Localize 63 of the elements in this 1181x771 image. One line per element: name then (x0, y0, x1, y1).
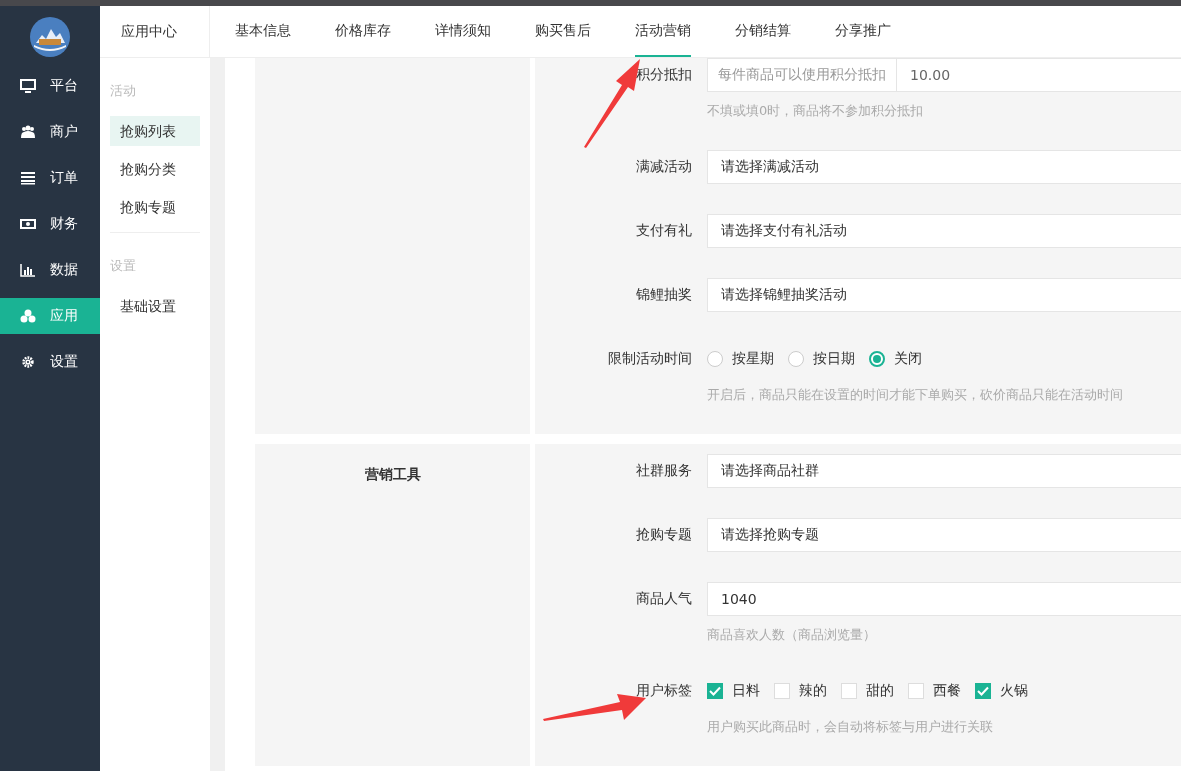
help-text: 不填或填0时，商品将不参加积分抵扣 (706, 102, 925, 120)
subnav-item[interactable]: 抢购列表 (110, 116, 200, 146)
app-center-title: 应用中心 (100, 6, 210, 57)
checkbox[interactable] (707, 683, 723, 699)
tab[interactable]: 购买售后 (535, 6, 591, 57)
nav-item[interactable]: 商户 (0, 114, 100, 150)
tab[interactable]: 分销结算 (735, 6, 791, 57)
radio-button[interactable] (788, 351, 804, 367)
nav-item[interactable]: 财务 (0, 206, 100, 242)
select-field[interactable]: 请选择商品社群 (707, 454, 1181, 488)
tab[interactable]: 详情须知 (435, 6, 491, 57)
monitor-icon (20, 79, 36, 93)
field-label: 社群服务 (635, 462, 693, 480)
field-label: 限制活动时间 (607, 350, 693, 368)
checkbox-label: 日料 (732, 682, 760, 700)
radio-button[interactable] (707, 351, 723, 367)
users-icon (20, 125, 36, 139)
nav-item[interactable]: 平台 (0, 68, 100, 104)
logo-icon (30, 17, 70, 57)
field-label: 锦鲤抽奖 (635, 286, 693, 304)
group-heading: 活动 (110, 82, 137, 100)
section-title: 营销工具 (364, 466, 421, 484)
points-input[interactable]: 每件商品可以使用积分抵扣 10.00 (707, 58, 1181, 92)
list-icon (20, 171, 36, 185)
subnav-item[interactable]: 抢购分类 (110, 154, 200, 184)
help-text: 用户购买此商品时，会自动将标签与用户进行关联 (706, 718, 994, 736)
checkbox-label: 西餐 (933, 682, 961, 700)
nav-item[interactable]: 设置 (0, 344, 100, 380)
field-label: 满减活动 (635, 158, 693, 176)
tab[interactable]: 分享推广 (835, 6, 891, 57)
bar-chart-icon (20, 263, 36, 277)
select-field[interactable]: 请选择满减活动 (707, 150, 1181, 184)
checkbox[interactable] (975, 683, 991, 699)
help-text: 商品喜欢人数（商品浏览量） (706, 626, 877, 644)
select-field[interactable]: 请选择抢购专题 (707, 518, 1181, 552)
field-label: 积分抵扣 (635, 66, 693, 84)
field-label: 抢购专题 (635, 526, 693, 544)
group-heading: 设置 (110, 257, 137, 275)
checkbox-label: 甜的 (866, 682, 894, 700)
radio-button[interactable] (869, 351, 885, 367)
nav-item[interactable]: 数据 (0, 252, 100, 288)
settings-icon (20, 355, 36, 369)
radio-label: 按星期 (732, 350, 774, 368)
select-field[interactable]: 请选择锦鲤抽奖活动 (707, 278, 1181, 312)
radio-label: 关闭 (894, 350, 922, 368)
input-value: 10.00 (909, 67, 951, 83)
select-field[interactable]: 请选择支付有礼活动 (707, 214, 1181, 248)
tab[interactable]: 基本信息 (235, 6, 291, 57)
subnav-item[interactable]: 基础设置 (110, 291, 200, 321)
cubes-icon (20, 309, 36, 323)
input-field[interactable]: 1040 (707, 582, 1181, 616)
field-label: 用户标签 (635, 682, 693, 700)
input-prefix: 每件商品可以使用积分抵扣 (708, 59, 897, 91)
nav-item[interactable]: 订单 (0, 160, 100, 196)
checkbox-label: 火锅 (1000, 682, 1028, 700)
help-text: 开启后，商品只能在设置的时间才能下单购买，砍价商品只能在活动时间 (706, 386, 1124, 404)
checkbox-label: 辣的 (799, 682, 827, 700)
field-label: 商品人气 (635, 590, 693, 608)
tab[interactable]: 价格库存 (335, 6, 391, 57)
radio-label: 按日期 (813, 350, 855, 368)
field-label: 支付有礼 (635, 222, 693, 240)
subnav-item[interactable]: 抢购专题 (110, 192, 200, 222)
banknote-icon (20, 217, 36, 231)
